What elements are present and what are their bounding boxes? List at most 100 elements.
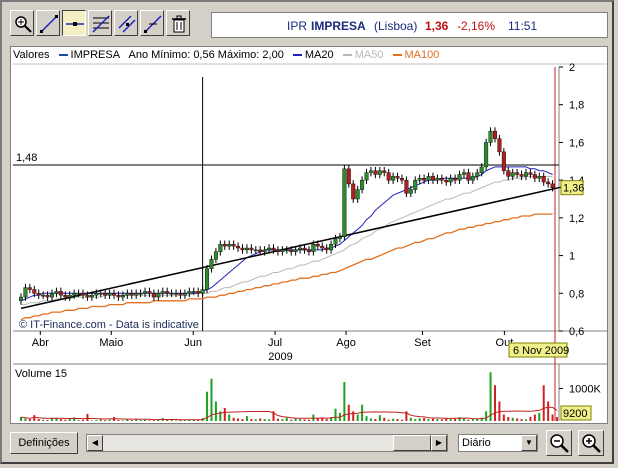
candle-body <box>196 291 201 294</box>
candle-body <box>258 249 263 253</box>
delete-tool-button[interactable] <box>166 10 190 36</box>
channel-tool-button[interactable] <box>114 10 138 36</box>
zoom-in-button[interactable] <box>578 430 604 456</box>
candle-body <box>532 174 537 179</box>
volume-bar <box>431 418 434 421</box>
volume-bar <box>471 419 474 421</box>
candle-body <box>479 166 484 173</box>
candle-body <box>58 291 63 296</box>
candle-body <box>280 249 285 253</box>
candle-body <box>249 247 254 251</box>
quote-name: IMPRESA <box>311 19 366 33</box>
quote-change: -2,16% <box>457 19 496 33</box>
zoom-out-button[interactable] <box>546 430 572 456</box>
channel-icon <box>118 15 136 33</box>
trendline-tool-button[interactable] <box>36 10 60 36</box>
candle-body <box>178 293 183 296</box>
scroll-left-button[interactable]: ◀ <box>87 435 103 451</box>
candle-body <box>550 183 555 188</box>
parallel-lines-tool-button[interactable] <box>140 10 164 36</box>
candle-body <box>488 130 493 143</box>
candle-body <box>165 291 170 294</box>
price-chart[interactable]: 21,81,61,41,210,80,6AbrMaioJunJulAgoSetO… <box>11 47 607 423</box>
quote-exchange: (Lisboa) <box>374 19 418 33</box>
volume-bar <box>383 417 386 421</box>
chart-panel[interactable]: Valores IMPRESA Ano Mínimo: 0,56 Máximo:… <box>10 46 608 424</box>
settings-button[interactable]: Definições <box>10 432 78 454</box>
candle-body <box>466 172 471 181</box>
volume-bar <box>507 417 510 421</box>
candle-body <box>395 176 400 179</box>
candle-body <box>386 172 391 181</box>
volume-bar <box>489 372 492 421</box>
volume-title: Volume 15 <box>15 368 67 380</box>
volume-bar <box>352 411 355 421</box>
candle-body <box>537 176 542 179</box>
zoom-out-icon <box>550 434 569 453</box>
volume-bar <box>46 420 49 421</box>
volume-bar <box>95 420 98 421</box>
volume-bar <box>259 418 262 421</box>
candle-body <box>519 174 524 177</box>
candle-body <box>169 293 174 295</box>
volume-bar <box>427 419 430 421</box>
volume-bar <box>294 418 297 421</box>
volume-bar <box>418 418 421 421</box>
candle-body <box>435 178 440 181</box>
volume-bar <box>347 404 350 421</box>
volume-bar <box>33 415 36 421</box>
volume-bar <box>547 401 550 421</box>
quote-price: 1,36 <box>425 19 449 33</box>
volume-bar <box>68 419 71 421</box>
volume-bar <box>77 420 80 421</box>
scroll-right-button[interactable]: ▶ <box>431 435 447 451</box>
volume-bar <box>263 419 266 421</box>
fibonacci-tool-button[interactable] <box>88 10 112 36</box>
diagonal-line-icon <box>40 15 58 33</box>
volume-bar <box>316 418 319 421</box>
volume-bar <box>538 412 541 421</box>
candle-body <box>453 178 458 181</box>
volume-bar <box>365 416 368 421</box>
candle-body <box>501 151 506 171</box>
watermark: © IT-Finance.com - Data is indicative <box>19 319 199 331</box>
candle-body <box>342 168 347 237</box>
volume-bar <box>325 419 328 421</box>
candle-body <box>54 291 59 294</box>
candle-body <box>368 170 373 173</box>
volume-bar <box>307 419 310 421</box>
price-tick-label: 0,8 <box>569 288 584 300</box>
candle-body <box>138 293 143 295</box>
candle-body <box>107 293 112 296</box>
volume-bar <box>485 411 488 421</box>
period-select[interactable]: Diário ▼ <box>458 434 538 452</box>
fibonacci-icon <box>92 15 110 33</box>
scroll-thumb[interactable] <box>393 435 431 451</box>
volume-bar <box>378 415 381 421</box>
user-trendline <box>20 185 568 310</box>
candle-body <box>360 179 365 190</box>
volume-bar <box>369 418 372 421</box>
chevron-down-icon[interactable]: ▼ <box>521 435 537 451</box>
candle-body <box>143 291 148 294</box>
volume-bar <box>108 419 111 421</box>
month-label: Set <box>414 337 431 349</box>
month-label: Abr <box>32 337 49 349</box>
candle-body <box>355 189 360 200</box>
quote-ticker: IPR <box>287 19 308 33</box>
ma20-line <box>20 166 553 302</box>
candle-body <box>528 172 533 175</box>
candle-body <box>187 291 192 294</box>
zoom-tool-button[interactable] <box>10 10 34 36</box>
horizontal-line-tool-button[interactable] <box>62 10 86 36</box>
candle-body <box>125 293 130 296</box>
volume-bar <box>268 419 271 421</box>
candle-body <box>333 238 338 245</box>
volume-bar <box>493 385 496 421</box>
quote-bar: IPR IMPRESA (Lisboa) 1,36 -2,16% 11:51 <box>211 12 608 38</box>
zoom-in-icon <box>582 434 601 453</box>
volume-bar <box>303 419 306 421</box>
time-scrollbar[interactable]: ◀ ▶ <box>86 434 448 452</box>
volume-bar <box>556 417 558 421</box>
candle-body <box>41 294 46 297</box>
